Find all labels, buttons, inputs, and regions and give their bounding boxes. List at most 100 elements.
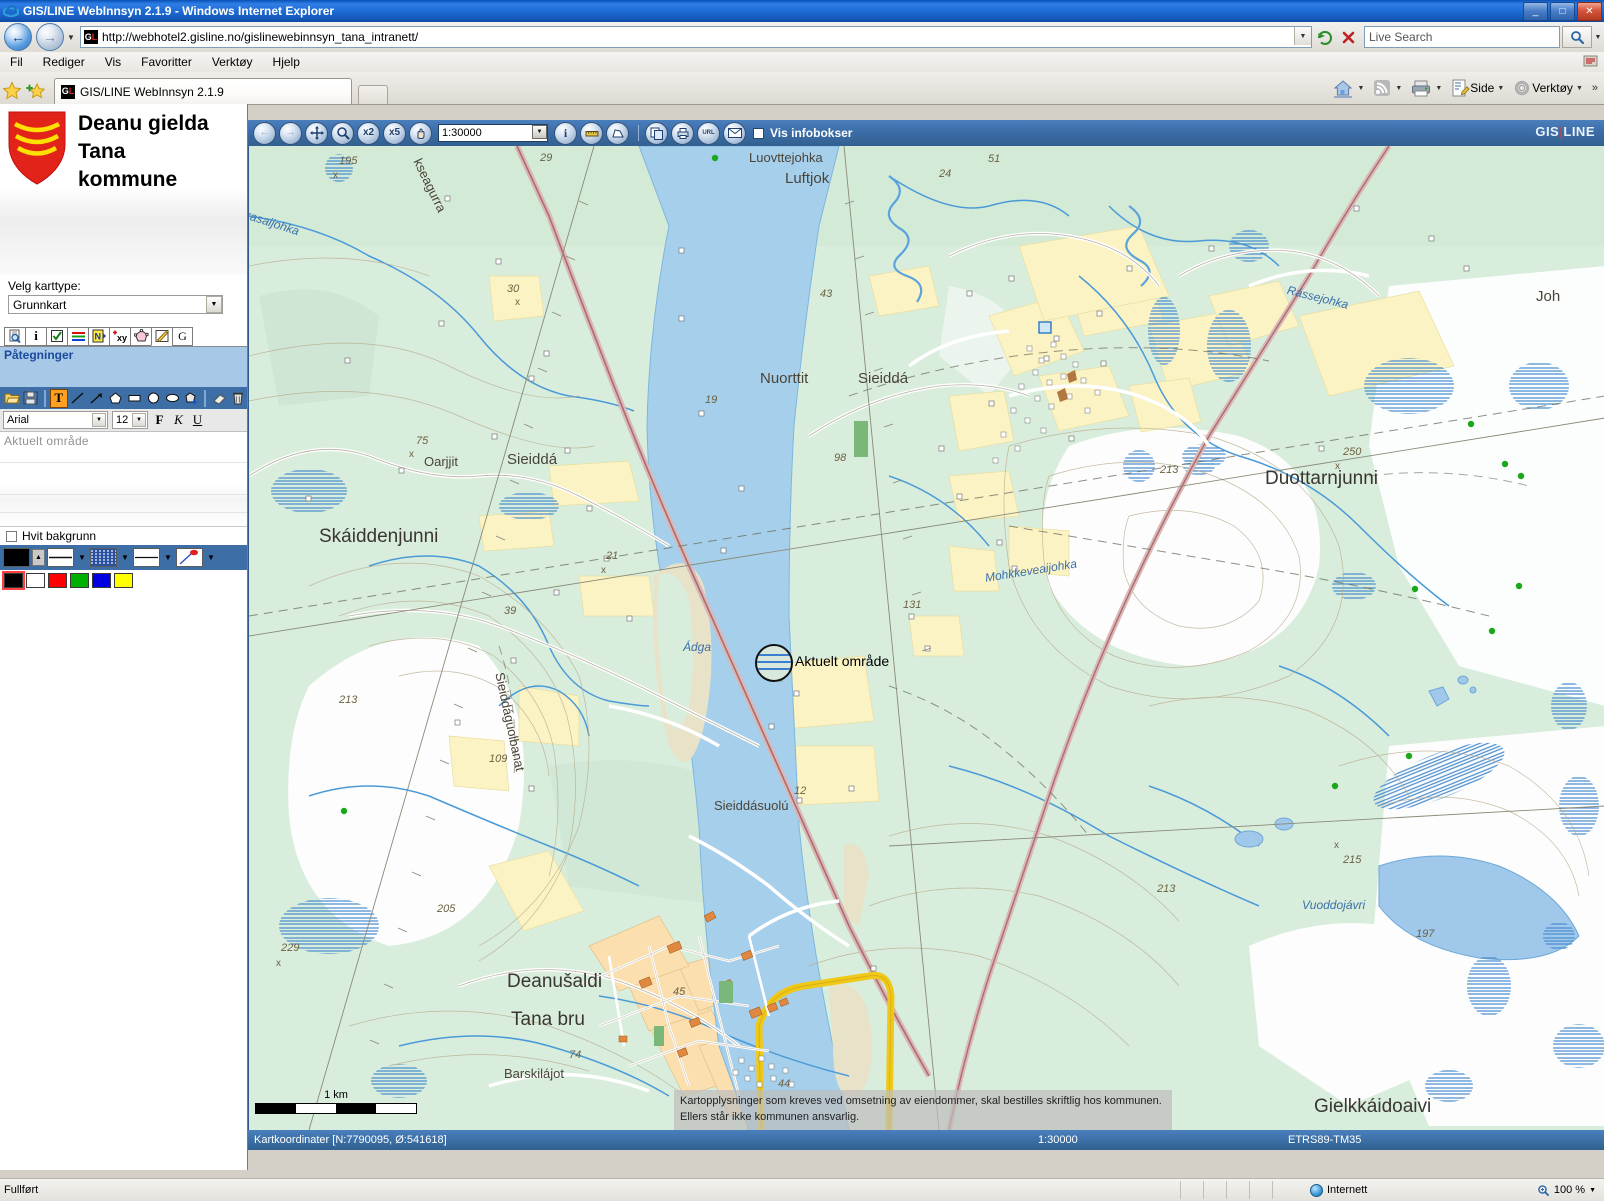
menu-item-fil[interactable]: Fil — [0, 54, 33, 70]
minimize-button[interactable]: _ — [1523, 2, 1548, 21]
color-swatch-black[interactable] — [2, 570, 25, 590]
line-tool-button[interactable] — [69, 389, 87, 408]
font-size-select[interactable]: 12 ▼ — [112, 411, 148, 429]
annotation-textarea[interactable]: Aktuelt område — [0, 432, 247, 527]
font-size-caret-icon[interactable]: ▼ — [132, 413, 146, 427]
forward-button[interactable]: → — [36, 23, 64, 51]
url-dropdown-icon[interactable]: ▼ — [1294, 27, 1311, 45]
font-family-caret-icon[interactable]: ▼ — [92, 413, 106, 427]
back-button[interactable]: ← — [4, 23, 32, 51]
search-dropdown-icon[interactable]: ▼ — [1592, 27, 1604, 47]
hatch-pattern-swatch[interactable] — [90, 548, 117, 567]
maximize-button[interactable]: □ — [1550, 2, 1575, 21]
color-swatch-yellow[interactable] — [114, 572, 133, 588]
bold-button[interactable]: F — [152, 412, 167, 428]
color-swatch-green[interactable] — [70, 572, 89, 588]
italic-button[interactable]: K — [171, 412, 186, 428]
coordinate-tool-tab[interactable]: xy — [109, 326, 130, 346]
legend-tool-tab[interactable] — [67, 326, 88, 346]
menu-extra-icon[interactable] — [1582, 53, 1600, 71]
copy-button[interactable] — [645, 121, 668, 145]
eraser-button[interactable] — [210, 389, 228, 408]
security-zone[interactable]: Internett — [1310, 1183, 1367, 1197]
tools-caret-icon[interactable]: ▼ — [1576, 85, 1583, 92]
select-tool-tab[interactable] — [46, 326, 67, 346]
tools-menu-button[interactable]: Verktøy ▼ — [1512, 78, 1587, 98]
map-canvas[interactable]: 195 x kseagurra rasaijohka 29 Luovttejohka Luf… — [248, 146, 1604, 1130]
zoom-x2-button[interactable]: x2 — [357, 121, 380, 145]
feeds-caret-icon[interactable]: ▼ — [1395, 85, 1402, 92]
menu-item-hjelp[interactable]: Hjelp — [263, 54, 310, 70]
g-tool-tab[interactable]: G — [172, 326, 193, 346]
page-caret-icon[interactable]: ▼ — [1497, 85, 1504, 92]
add-favorite-icon[interactable] — [24, 78, 48, 104]
color-up-arrow-icon[interactable]: ▲ — [32, 549, 45, 566]
info-button[interactable]: i — [554, 121, 577, 145]
font-family-select[interactable]: Arial ▼ — [3, 411, 108, 429]
pan-back-button[interactable]: ← — [253, 121, 276, 145]
url-bar[interactable]: GL http://webhotel2.gisline.no/gislinewe… — [80, 26, 1312, 48]
draw-tool-tab[interactable] — [151, 326, 172, 346]
info-tool-tab[interactable]: i — [25, 326, 46, 346]
white-background-row[interactable]: Hvit bakgrunn — [0, 527, 247, 545]
polygon-tool-tab[interactable] — [130, 326, 151, 346]
line-width-swatch[interactable] — [47, 548, 74, 567]
grab-tool-button[interactable] — [409, 121, 432, 145]
feeds-button[interactable]: ▼ — [1372, 78, 1406, 98]
map-scale-select[interactable]: 1:30000 ▼ — [438, 124, 548, 142]
refresh-button[interactable] — [1313, 26, 1335, 48]
map-type-select[interactable]: Grunnkart ▼ — [8, 295, 223, 314]
scale-chevron-down-icon[interactable]: ▼ — [532, 125, 547, 139]
color-swatch-red[interactable] — [48, 572, 67, 588]
page-menu-button[interactable]: Side ▼ — [1450, 78, 1508, 98]
favorites-star-icon[interactable] — [0, 78, 24, 104]
menu-item-favoritter[interactable]: Favoritter — [131, 54, 202, 70]
zoom-control[interactable]: 100 % ▼ — [1537, 1184, 1596, 1197]
underline-button[interactable]: U — [190, 412, 205, 428]
area-button[interactable] — [606, 121, 629, 145]
north-tool-tab[interactable]: N — [88, 326, 109, 346]
zoom-caret-icon[interactable]: ▼ — [1589, 1187, 1596, 1194]
menu-item-rediger[interactable]: Rediger — [33, 54, 95, 70]
save-drawing-button[interactable] — [22, 389, 40, 408]
fill-color-swatch[interactable] — [3, 548, 30, 567]
history-dropdown-icon[interactable]: ▼ — [64, 24, 78, 50]
pen-color-swatch[interactable] — [176, 548, 203, 567]
stop-button[interactable] — [1337, 26, 1359, 48]
zoom-x5-button[interactable]: x5 — [383, 121, 406, 145]
pan-forward-button[interactable]: → — [279, 121, 302, 145]
overflow-icon[interactable]: » — [1592, 82, 1598, 94]
fill-style-caret-icon[interactable]: ▼ — [162, 548, 174, 567]
print-button[interactable]: ▼ — [1410, 78, 1446, 98]
close-button[interactable]: ✕ — [1577, 2, 1602, 21]
search-tool-tab[interactable] — [4, 326, 25, 346]
color-swatch-blue[interactable] — [92, 572, 111, 588]
arrow-tool-button[interactable] — [88, 389, 106, 408]
measure-button[interactable] — [580, 121, 603, 145]
hatch-caret-icon[interactable]: ▼ — [119, 548, 131, 567]
new-tab-button[interactable] — [358, 85, 388, 104]
white-background-checkbox[interactable] — [6, 530, 17, 542]
fill-style-swatch[interactable] — [133, 548, 160, 567]
text-tool-button[interactable]: T — [49, 388, 68, 408]
circle-tool-button[interactable] — [144, 389, 162, 408]
show-infoboxes-checkbox[interactable] — [753, 127, 764, 139]
open-drawing-button[interactable] — [3, 389, 21, 408]
search-input[interactable]: Live Search — [1364, 26, 1560, 48]
home-button[interactable]: ▼ — [1332, 78, 1368, 98]
chevron-down-icon[interactable]: ▼ — [206, 296, 222, 313]
pen-color-caret-icon[interactable]: ▼ — [205, 548, 217, 567]
home-caret-icon[interactable]: ▼ — [1357, 85, 1364, 92]
delete-all-button[interactable] — [229, 389, 247, 408]
aktuelt-omrade-marker[interactable] — [755, 644, 793, 682]
zoom-tool-button[interactable] — [331, 121, 354, 145]
print-caret-icon[interactable]: ▼ — [1435, 85, 1442, 92]
color-swatch-white[interactable] — [26, 572, 45, 588]
url-button[interactable]: URL — [697, 121, 720, 145]
menu-item-vis[interactable]: Vis — [95, 54, 131, 70]
print-map-button[interactable] — [671, 121, 694, 145]
email-button[interactable] — [723, 121, 746, 145]
menu-item-verktoy[interactable]: Verktøy — [202, 54, 263, 70]
line-width-caret-icon[interactable]: ▼ — [76, 548, 88, 567]
browser-tab-active[interactable]: GL GIS/LINE WebInnsyn 2.1.9 — [54, 78, 352, 104]
